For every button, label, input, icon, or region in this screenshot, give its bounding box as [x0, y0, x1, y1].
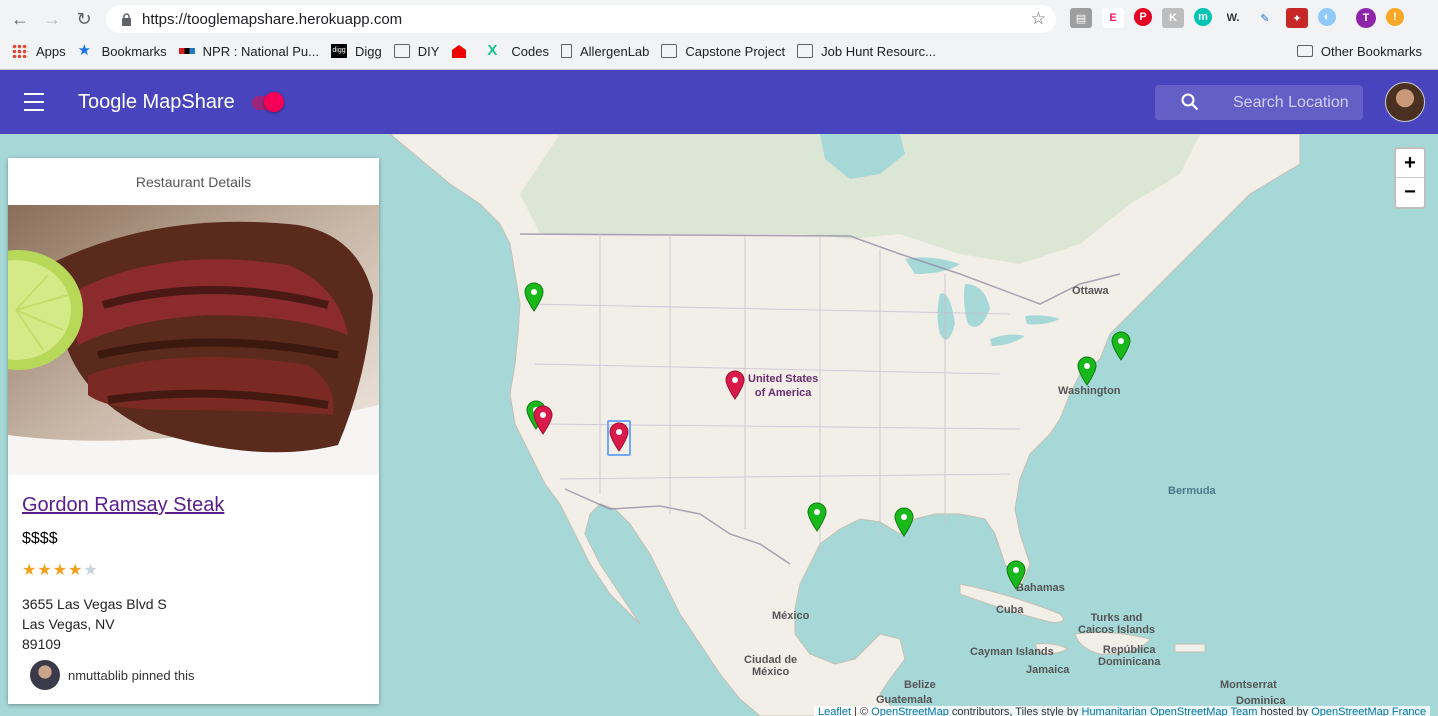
rating-stars: ★★★★★ [22, 560, 99, 580]
leaflet-link[interactable]: Leaflet [818, 706, 851, 716]
bookmark-capstone[interactable]: Capstone Project [661, 44, 785, 59]
browser-chrome: ← → ↻ https://tooglemapshare.herokuapp.c… [0, 0, 1438, 70]
hot-link[interactable]: Humanitarian OpenStreetMap Team [1082, 706, 1258, 716]
bookmark-allergenlab[interactable]: AllergenLab [561, 44, 649, 59]
bookmark-apps[interactable]: Apps [12, 44, 66, 59]
update-alert-icon[interactable]: ! [1386, 8, 1404, 26]
extension-icon[interactable]: ✦ [1286, 8, 1308, 28]
map-pin-green[interactable] [893, 507, 915, 537]
pinned-by-text: nmuttablib pinned this [68, 667, 195, 683]
map-pin-green[interactable] [806, 502, 828, 532]
star-filled-icon: ★ [22, 562, 38, 579]
bookmark-house[interactable] [451, 44, 475, 58]
map-pin-green[interactable] [1076, 356, 1098, 386]
bookmark-npr[interactable]: NPR : National Pu... [178, 44, 319, 59]
map-pin-red[interactable] [532, 405, 554, 435]
extension-icon[interactable]: K [1162, 8, 1184, 28]
map-label-washington: Washington [1058, 385, 1121, 397]
page-icon [561, 44, 572, 58]
map-label-republica-dominicana: República Dominicana [1098, 644, 1161, 668]
map-label-ottawa: Ottawa [1072, 285, 1109, 297]
star-filled-icon: ★ [68, 562, 84, 579]
map-pin-green[interactable] [523, 282, 545, 312]
star-filled-icon: ★ [37, 562, 53, 579]
map-label-ciudad-de-mexico: Ciudad de México [744, 654, 798, 678]
restaurant-details-card: Restaurant Details Gordon Ramsay Steak $… [8, 158, 379, 704]
search-input[interactable] [1233, 91, 1357, 115]
extension-icon[interactable]: ▤ [1070, 8, 1092, 28]
highlighter-icon[interactable]: ✎ [1254, 8, 1276, 28]
price-level: $$$$ [22, 530, 58, 547]
codes-icon: X [487, 42, 498, 59]
restaurant-name-link[interactable]: Gordon Ramsay Steak [22, 494, 224, 517]
bookmarks-bar: Apps ★ Bookmarks NPR : National Pu... di… [0, 38, 1438, 64]
extension-icon[interactable]: m [1194, 8, 1212, 26]
bookmark-star-icon[interactable]: ☆ [1031, 9, 1046, 29]
folder-icon [661, 44, 678, 58]
forward-arrow-icon[interactable]: → [40, 7, 64, 31]
app-title: Toogle MapShare [78, 91, 235, 113]
app-bar: Toogle MapShare [0, 70, 1438, 134]
menu-hamburger-icon[interactable] [20, 90, 48, 114]
map-toggle-switch[interactable] [250, 92, 286, 112]
map-label-turks-caicos: Turks and Caicos Islands [1078, 612, 1156, 636]
profile-icon[interactable]: T [1356, 8, 1376, 28]
search-location-box[interactable] [1155, 85, 1363, 120]
map-label-cuba: Cuba [996, 604, 1024, 616]
other-bookmarks[interactable]: Other Bookmarks [1296, 38, 1422, 64]
bookmark-bookmarks[interactable]: ★ Bookmarks [77, 42, 167, 59]
zoom-control: + − [1394, 147, 1426, 209]
folder-icon [797, 44, 814, 58]
user-avatar[interactable] [1385, 82, 1425, 122]
npr-icon [178, 48, 195, 54]
bookmark-diy[interactable]: DIY [393, 44, 439, 59]
restaurant-address: 3655 Las Vegas Blvd S Las Vegas, NV 8910… [22, 596, 167, 652]
map-label-montserrat: Montserrat [1220, 679, 1277, 691]
bookmark-job-hunt[interactable]: Job Hunt Resourc... [797, 44, 936, 59]
extensions-row: ▤ E P K m W. ✎ ✦ ◐ T ! [1070, 8, 1404, 28]
extension-icon[interactable]: ◐ [1318, 8, 1336, 26]
card-header: Restaurant Details [135, 174, 252, 190]
reload-icon[interactable]: ↻ [72, 7, 96, 31]
map-label-guatemala: Guatemala [876, 694, 933, 706]
back-arrow-icon[interactable]: ← [8, 7, 32, 31]
star-empty-icon: ★ [83, 562, 99, 579]
map-label-bermuda: Bermuda [1168, 485, 1216, 497]
star-filled-icon: ★ [52, 562, 69, 579]
map-pin-red-selected[interactable] [608, 422, 630, 452]
map-label-cayman: Cayman Islands [970, 646, 1054, 658]
apps-grid-icon [12, 44, 28, 58]
osm-france-link[interactable]: OpenStreetMap France [1311, 706, 1426, 716]
map-pin-red[interactable] [724, 370, 746, 400]
folder-icon [1296, 45, 1313, 57]
folder-icon [393, 44, 410, 58]
address-bar[interactable]: https://tooglemapshare.herokuapp.com ☆ [106, 5, 1056, 33]
bookmark-codes[interactable]: X Codes [487, 42, 549, 59]
map-pin-green[interactable] [1110, 331, 1132, 361]
extension-icon[interactable]: W. [1222, 8, 1244, 28]
map-label-mexico: México [772, 610, 810, 622]
lock-icon [118, 11, 134, 27]
map-label-belize: Belize [904, 679, 936, 691]
search-icon [1181, 93, 1199, 111]
map-pin-green[interactable] [1005, 560, 1027, 590]
map-label-jamaica: Jamaica [1026, 664, 1070, 676]
digg-icon: digg [331, 44, 347, 58]
extension-icon[interactable]: E [1102, 8, 1124, 28]
pinterest-icon[interactable]: P [1134, 8, 1152, 26]
map-label-usa: United States of America [748, 373, 819, 399]
star-icon: ★ [77, 42, 92, 59]
bookmark-digg[interactable]: digg Digg [331, 44, 382, 59]
map-attribution: Leaflet | © OpenStreetMap contributors, … [814, 706, 1431, 716]
red-house-icon [451, 44, 467, 58]
osm-link[interactable]: OpenStreetMap [871, 706, 949, 716]
zoom-in-button[interactable]: + [1396, 149, 1424, 178]
zoom-out-button[interactable]: − [1396, 178, 1424, 207]
url-text: https://tooglemapshare.herokuapp.com [142, 10, 403, 28]
restaurant-photo [8, 205, 379, 475]
pinned-by: nmuttablib pinned this [30, 660, 194, 690]
pinner-avatar [30, 660, 60, 690]
